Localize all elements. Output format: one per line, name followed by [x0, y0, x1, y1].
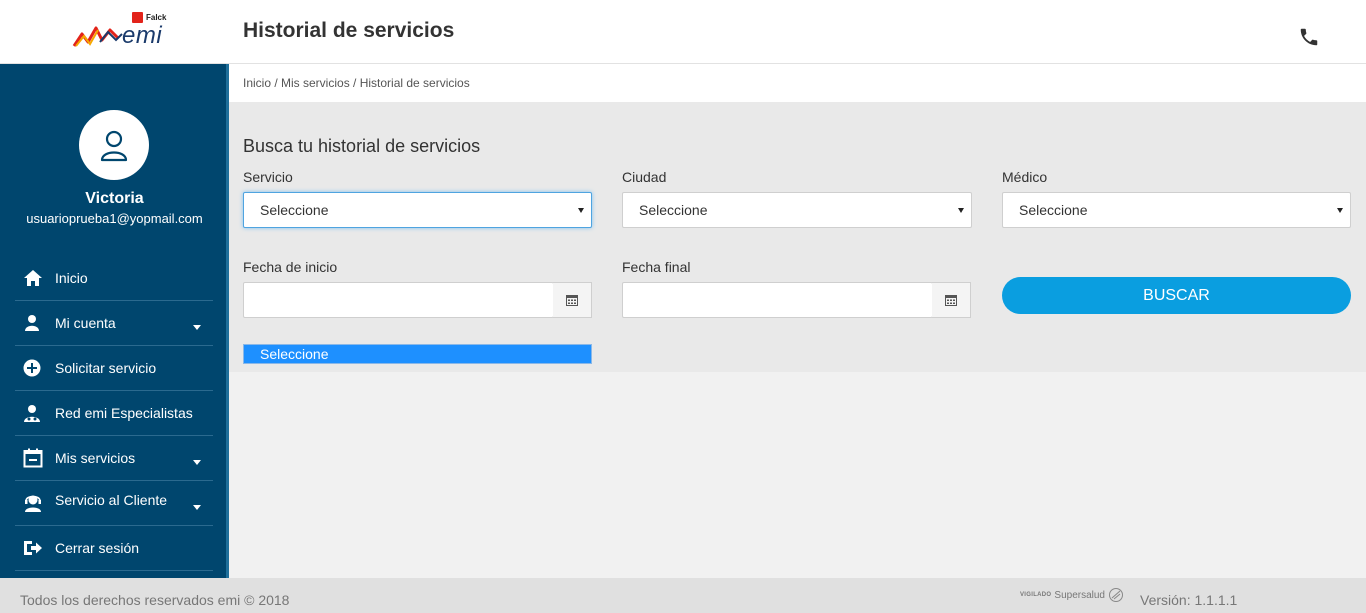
fecha-final-label: Fecha final — [622, 259, 691, 275]
servicio-select-value: Seleccione — [260, 202, 329, 218]
user-email: usuarioprueba1@yopmail.com — [26, 211, 203, 226]
doctor-icon — [23, 403, 45, 423]
supersalud-seal-icon — [1109, 588, 1123, 602]
logout-icon — [23, 538, 45, 558]
sidebar-item-label: Red emi Especialistas — [55, 405, 193, 421]
supersalud-label: Supersalud — [1054, 589, 1105, 601]
servicio-select[interactable]: Seleccione — [243, 192, 592, 228]
sidebar-item-label: Servicio al Cliente — [55, 492, 168, 508]
falck-label: Falck — [146, 13, 167, 22]
sidebar-item-label: Mi cuenta — [55, 315, 116, 331]
calendar-icon — [23, 448, 45, 468]
home-icon — [23, 268, 45, 288]
fecha-inicio-input[interactable] — [243, 282, 554, 318]
calendar-icon — [945, 295, 957, 306]
sidebar-item-label: Inicio — [55, 270, 88, 286]
ciudad-label: Ciudad — [622, 169, 667, 185]
servicio-label: Servicio — [243, 169, 293, 185]
fecha-inicio-label: Fecha de inicio — [243, 259, 338, 275]
ciudad-select[interactable]: Seleccione — [622, 192, 972, 228]
breadcrumb[interactable]: Inicio / Mis servicios / Historial de se… — [243, 76, 470, 90]
supersalud-logo: VIGILADO Supersalud — [1020, 587, 1124, 603]
servicio-dropdown-option[interactable]: Seleccione — [243, 344, 592, 364]
sidebar-item-solicitar-servicio[interactable]: Solicitar servicio — [15, 346, 213, 391]
results-area — [229, 372, 1366, 578]
select-arrow-icon — [578, 208, 584, 213]
select-arrow-icon — [1337, 208, 1343, 213]
emi-wave-icon — [72, 26, 123, 47]
user-icon — [100, 130, 128, 162]
ciudad-select-value: Seleccione — [639, 202, 708, 218]
sidebar-item-mis-servicios[interactable]: Mis servicios — [15, 436, 213, 481]
calendar-button[interactable] — [932, 282, 971, 318]
sidebar-item-inicio[interactable]: Inicio — [15, 256, 213, 301]
buscar-button[interactable]: BUSCAR — [1002, 277, 1351, 314]
headset-icon — [23, 493, 45, 513]
sidebar-item-cerrar-sesion[interactable]: Cerrar sesión — [15, 526, 213, 571]
sidebar: Victoria usuarioprueba1@yopmail.com Inic… — [0, 64, 229, 578]
phone-icon[interactable] — [1298, 26, 1320, 48]
caret-down-icon — [193, 505, 201, 510]
caret-down-icon — [193, 325, 201, 330]
breadcrumb-bar: Inicio / Mis servicios / Historial de se… — [232, 65, 1366, 102]
calendar-icon — [566, 295, 578, 306]
footer: Todos los derechos reservados emi © 2018… — [0, 578, 1366, 613]
sidebar-item-red-emi[interactable]: Red emi Especialistas — [15, 391, 213, 436]
sidebar-item-label: Mis servicios — [55, 450, 136, 466]
plus-circle-icon — [23, 358, 45, 378]
caret-down-icon — [193, 460, 201, 465]
page-title: Historial de servicios — [243, 19, 455, 42]
calendar-button[interactable] — [553, 282, 592, 318]
select-arrow-icon — [958, 208, 964, 213]
sidebar-item-mi-cuenta[interactable]: Mi cuenta — [15, 301, 213, 346]
sidebar-item-label: Solicitar servicio — [55, 360, 157, 376]
emi-wordmark: emi — [122, 22, 163, 49]
sidebar-item-servicio-cliente[interactable]: Servicio al Cliente — [15, 481, 213, 526]
user-name: Victoria — [85, 190, 144, 207]
vigilado-label: VIGILADO — [1020, 592, 1052, 598]
medico-select-value: Seleccione — [1019, 202, 1088, 218]
sidebar-nav: Inicio Mi cuenta Solicitar servicio Red … — [15, 256, 213, 571]
medico-select[interactable]: Seleccione — [1002, 192, 1351, 228]
version-text: Versión: 1.1.1.1 — [1140, 592, 1238, 608]
copyright-text: Todos los derechos reservados emi © 2018 — [20, 592, 290, 608]
medico-label: Médico — [1002, 169, 1048, 185]
top-header: Falck emi Historial de servicios — [0, 0, 1366, 64]
logo[interactable]: Falck emi — [0, 0, 229, 64]
user-icon — [23, 313, 45, 333]
avatar[interactable] — [79, 110, 149, 180]
sidebar-item-label: Cerrar sesión — [55, 540, 140, 556]
search-panel: Busca tu historial de servicios Servicio… — [229, 102, 1366, 372]
fecha-final-input[interactable] — [622, 282, 933, 318]
search-title: Busca tu historial de servicios — [243, 136, 481, 156]
